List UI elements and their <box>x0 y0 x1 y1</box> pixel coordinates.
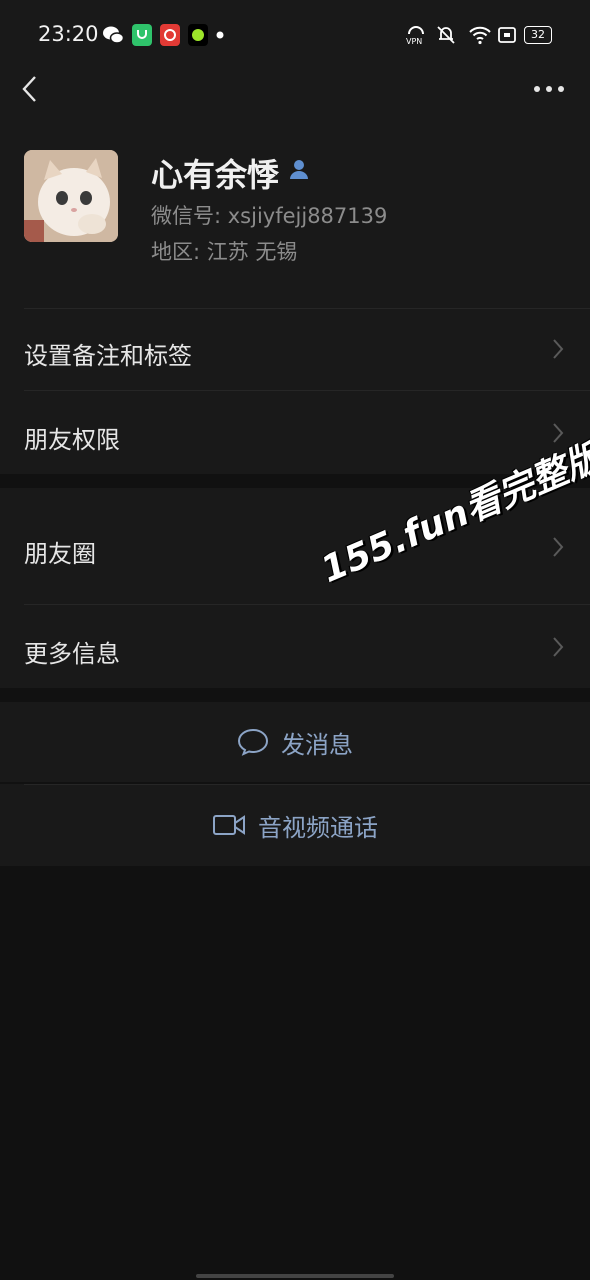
menu-item-more-info[interactable]: 更多信息 <box>0 604 590 688</box>
mute-icon <box>437 26 455 44</box>
menu-item-label: 设置备注和标签 <box>24 342 192 370</box>
wifi-icon <box>469 26 491 45</box>
menu-item-friend-permission[interactable]: 朋友权限 <box>0 390 590 474</box>
video-call-button[interactable]: 音视频通话 <box>0 784 590 866</box>
region: 地区: 江苏 无锡 <box>151 240 298 264</box>
svg-text:VPN: VPN <box>406 37 422 46</box>
avatar[interactable] <box>24 150 118 242</box>
video-camera-icon <box>213 815 245 835</box>
app-green-icon <box>132 24 152 46</box>
menu-item-label: 朋友权限 <box>24 426 120 454</box>
wechat-id: 微信号: xsjiyfejj887139 <box>151 204 388 228</box>
sim-icon <box>498 27 516 43</box>
chevron-left-icon[interactable] <box>16 74 46 104</box>
vpn-icon: VPN <box>406 26 424 46</box>
profile-name: 心有余悸 <box>151 156 280 194</box>
chevron-right-icon <box>553 339 564 359</box>
home-indicator <box>196 1274 394 1278</box>
netease-music-icon <box>160 24 180 46</box>
dot-icon <box>216 31 224 39</box>
status-bar: 23:20 VPN 32 <box>0 0 590 72</box>
app-lime-icon <box>188 24 208 46</box>
divider <box>24 784 590 785</box>
menu-item-label: 朋友圈 <box>24 540 96 568</box>
send-message-label: 发消息 <box>281 730 353 759</box>
status-time: 23:20 <box>38 22 99 46</box>
more-dots-icon[interactable] <box>532 84 566 94</box>
chevron-right-icon <box>553 637 564 657</box>
video-call-label: 音视频通话 <box>258 813 378 842</box>
contact-person-icon <box>290 160 308 179</box>
battery-level: 32 <box>531 28 545 41</box>
chevron-right-icon <box>553 537 564 557</box>
nav-bar <box>0 72 590 128</box>
chat-bubble-icon <box>237 728 269 756</box>
menu-item-label: 更多信息 <box>24 640 120 668</box>
send-message-button[interactable]: 发消息 <box>0 702 590 782</box>
menu-item-remark-tags[interactable]: 设置备注和标签 <box>0 308 590 390</box>
wechat-icon <box>103 26 124 44</box>
battery-icon: 32 <box>524 26 552 44</box>
profile-card: 心有余悸 微信号: xsjiyfejj887139 地区: 江苏 无锡 <box>0 128 590 308</box>
cat-avatar-image <box>24 150 118 242</box>
divider <box>24 604 590 605</box>
divider <box>24 308 590 309</box>
divider <box>24 390 590 391</box>
